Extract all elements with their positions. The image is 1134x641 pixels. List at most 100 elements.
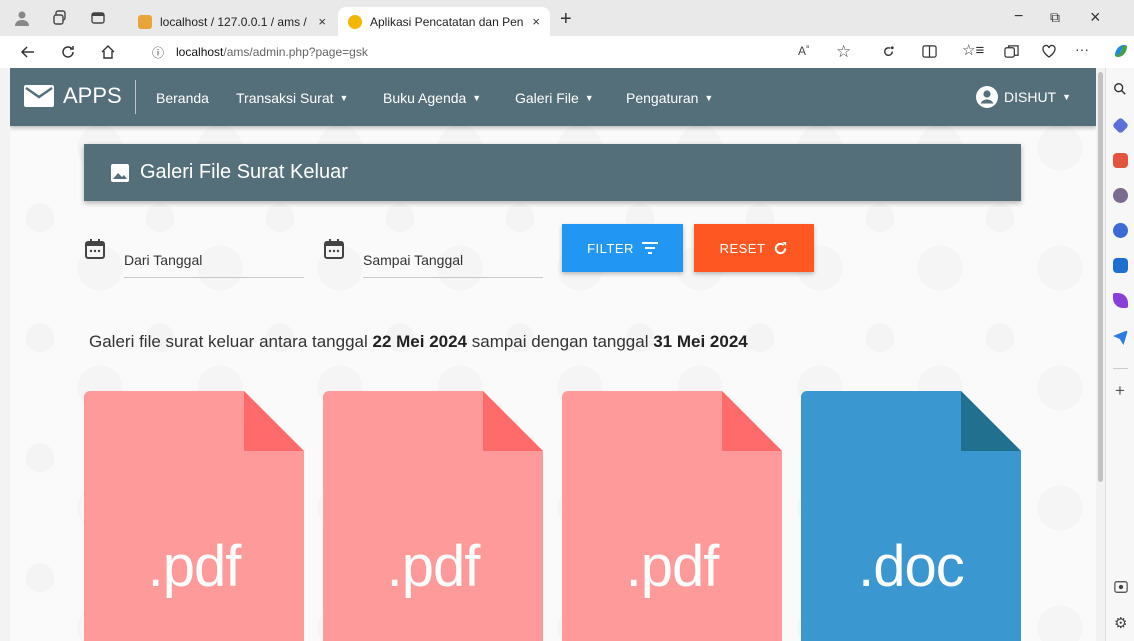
add-sidebar-app-icon[interactable]: + bbox=[1115, 382, 1125, 399]
tab-title: Aplikasi Pencatatan dan Pengarsi bbox=[370, 14, 524, 29]
restore-button[interactable]: ⧉ bbox=[1050, 10, 1060, 24]
outlook-icon[interactable] bbox=[1113, 258, 1128, 273]
input-underline bbox=[363, 277, 543, 278]
caret-down-icon: ▼ bbox=[1062, 92, 1072, 102]
minimize-button[interactable]: − bbox=[1014, 9, 1023, 25]
start-date: 22 Mei 2024 bbox=[372, 332, 468, 351]
info-middle: sampai dengan tanggal bbox=[467, 332, 654, 351]
caret-down-icon: ▼ bbox=[584, 93, 594, 103]
app-favicon-icon bbox=[348, 14, 362, 29]
edge-sidebar: + ⚙ bbox=[1105, 68, 1134, 641]
nav-label: Transaksi Surat bbox=[236, 90, 334, 106]
tab-close-icon[interactable]: × bbox=[318, 14, 326, 29]
page-title-card: Galeri File Surat Keluar bbox=[84, 144, 1021, 201]
favorite-star-icon[interactable]: ☆ bbox=[836, 43, 851, 60]
pdf-file-icon bbox=[323, 391, 543, 641]
nav-item-buku-agenda[interactable]: Buku Agenda ▼ bbox=[383, 90, 481, 106]
workspaces-icon[interactable] bbox=[52, 10, 68, 29]
pdf-file-icon bbox=[562, 391, 782, 641]
nav-item-galeri-file[interactable]: Galeri File ▼ bbox=[515, 90, 594, 106]
url-path: /ams/admin.php?page=gsk bbox=[223, 45, 368, 59]
scrollbar-thumb[interactable] bbox=[1098, 72, 1103, 482]
file-extension-label: .pdf bbox=[386, 534, 481, 599]
copilot-icon[interactable] bbox=[1112, 42, 1130, 63]
file-extension-label: .doc bbox=[858, 534, 965, 599]
filter-label: FILTER bbox=[587, 240, 634, 256]
browser-tab-bar: localhost / 127.0.0.1 / ams / tbl_s × Ap… bbox=[0, 0, 1134, 36]
collections-icon[interactable] bbox=[1004, 44, 1019, 62]
sidebar-divider bbox=[1113, 368, 1128, 369]
search-icon[interactable] bbox=[1113, 82, 1127, 99]
extension-icon[interactable] bbox=[881, 44, 896, 62]
filter-button[interactable]: FILTER bbox=[562, 224, 683, 272]
caret-down-icon: ▼ bbox=[472, 93, 482, 103]
date-from-field[interactable]: Dari Tanggal bbox=[84, 236, 309, 278]
mail-icon bbox=[24, 85, 54, 107]
page-viewport: APPS Beranda Transaksi Surat ▼ Buku Agend… bbox=[10, 68, 1096, 641]
telegram-icon[interactable] bbox=[1113, 330, 1128, 345]
more-options-icon[interactable]: ··· bbox=[1075, 42, 1089, 56]
screenshot-icon[interactable] bbox=[1114, 580, 1128, 597]
site-info-icon[interactable]: ⓘ bbox=[152, 44, 164, 61]
brand-divider bbox=[135, 80, 136, 114]
phpmyadmin-favicon-icon bbox=[138, 14, 152, 29]
file-extension-label: .pdf bbox=[625, 534, 720, 599]
tab-close-icon[interactable]: × bbox=[532, 14, 540, 29]
designer-icon[interactable] bbox=[1113, 293, 1128, 308]
nav-item-pengaturan[interactable]: Pengaturan ▼ bbox=[626, 90, 713, 106]
tab-title: localhost / 127.0.0.1 / ams / tbl_s bbox=[160, 14, 310, 29]
calendar-icon bbox=[323, 238, 345, 265]
back-icon[interactable] bbox=[20, 44, 36, 63]
new-tab-button[interactable]: + bbox=[560, 9, 572, 29]
account-circle-icon bbox=[976, 86, 998, 108]
browser-essentials-icon[interactable] bbox=[1041, 43, 1057, 62]
file-card-pdf[interactable]: .pdf bbox=[323, 391, 543, 641]
caret-down-icon: ▼ bbox=[339, 93, 349, 103]
read-aloud-icon[interactable]: Aᵃ bbox=[798, 44, 809, 58]
calendar-icon bbox=[84, 238, 106, 265]
filter-list-icon bbox=[641, 242, 658, 254]
reset-button[interactable]: RESET bbox=[694, 224, 814, 272]
date-to-placeholder: Sampai Tanggal bbox=[363, 252, 464, 268]
file-card-doc[interactable]: .doc bbox=[801, 391, 1021, 641]
file-extension-label: .pdf bbox=[147, 534, 242, 599]
info-prefix: Galeri file surat keluar antara tanggal bbox=[89, 332, 373, 351]
nav-item-transaksi-surat[interactable]: Transaksi Surat ▼ bbox=[236, 90, 348, 106]
tab-phpmyadmin[interactable]: localhost / 127.0.0.1 / ams / tbl_s × bbox=[128, 7, 336, 36]
nav-label: Beranda bbox=[156, 90, 209, 106]
nav-label: Buku Agenda bbox=[383, 90, 467, 106]
settings-gear-icon[interactable]: ⚙ bbox=[1114, 616, 1127, 631]
date-to-field[interactable]: Sampai Tanggal bbox=[323, 236, 548, 278]
games-icon[interactable] bbox=[1113, 223, 1128, 238]
nav-label: Galeri File bbox=[515, 90, 579, 106]
reset-label: RESET bbox=[719, 240, 766, 256]
end-date: 31 Mei 2024 bbox=[653, 332, 748, 351]
favorites-list-icon[interactable]: ☆≡ bbox=[962, 43, 984, 58]
people-icon[interactable] bbox=[1113, 188, 1128, 203]
input-underline bbox=[124, 277, 304, 278]
close-window-button[interactable]: × bbox=[1090, 8, 1101, 26]
image-icon bbox=[110, 163, 130, 183]
user-name: DISHUT bbox=[1004, 89, 1057, 105]
user-menu[interactable]: DISHUT ▼ bbox=[976, 86, 1071, 108]
file-card-pdf[interactable]: .pdf bbox=[84, 391, 304, 641]
tab-aplikasi[interactable]: Aplikasi Pencatatan dan Pengarsi × bbox=[338, 7, 550, 36]
doc-file-icon bbox=[801, 391, 1021, 641]
split-screen-icon[interactable] bbox=[922, 44, 937, 62]
gallery-date-range-text: Galeri file surat keluar antara tanggal … bbox=[89, 332, 748, 352]
nav-item-beranda[interactable]: Beranda bbox=[156, 90, 209, 106]
profile-icon[interactable] bbox=[14, 10, 30, 29]
brand-logo[interactable]: APPS bbox=[24, 83, 122, 109]
pdf-file-icon bbox=[84, 391, 304, 641]
url-field[interactable]: ⓘ localhost /ams/admin.php?page=gsk bbox=[140, 40, 875, 64]
date-from-placeholder: Dari Tanggal bbox=[124, 252, 203, 268]
home-icon[interactable] bbox=[100, 44, 116, 63]
brand-text: APPS bbox=[63, 83, 122, 108]
file-card-pdf[interactable]: .pdf bbox=[562, 391, 782, 641]
top-navbar: APPS Beranda Transaksi Surat ▼ Buku Agend… bbox=[10, 68, 1096, 126]
refresh-icon[interactable] bbox=[60, 44, 76, 63]
tab-actions-icon[interactable] bbox=[90, 10, 106, 29]
shopping-tag-icon[interactable] bbox=[1112, 117, 1129, 134]
tools-briefcase-icon[interactable] bbox=[1113, 153, 1128, 168]
refresh-icon bbox=[773, 241, 788, 256]
